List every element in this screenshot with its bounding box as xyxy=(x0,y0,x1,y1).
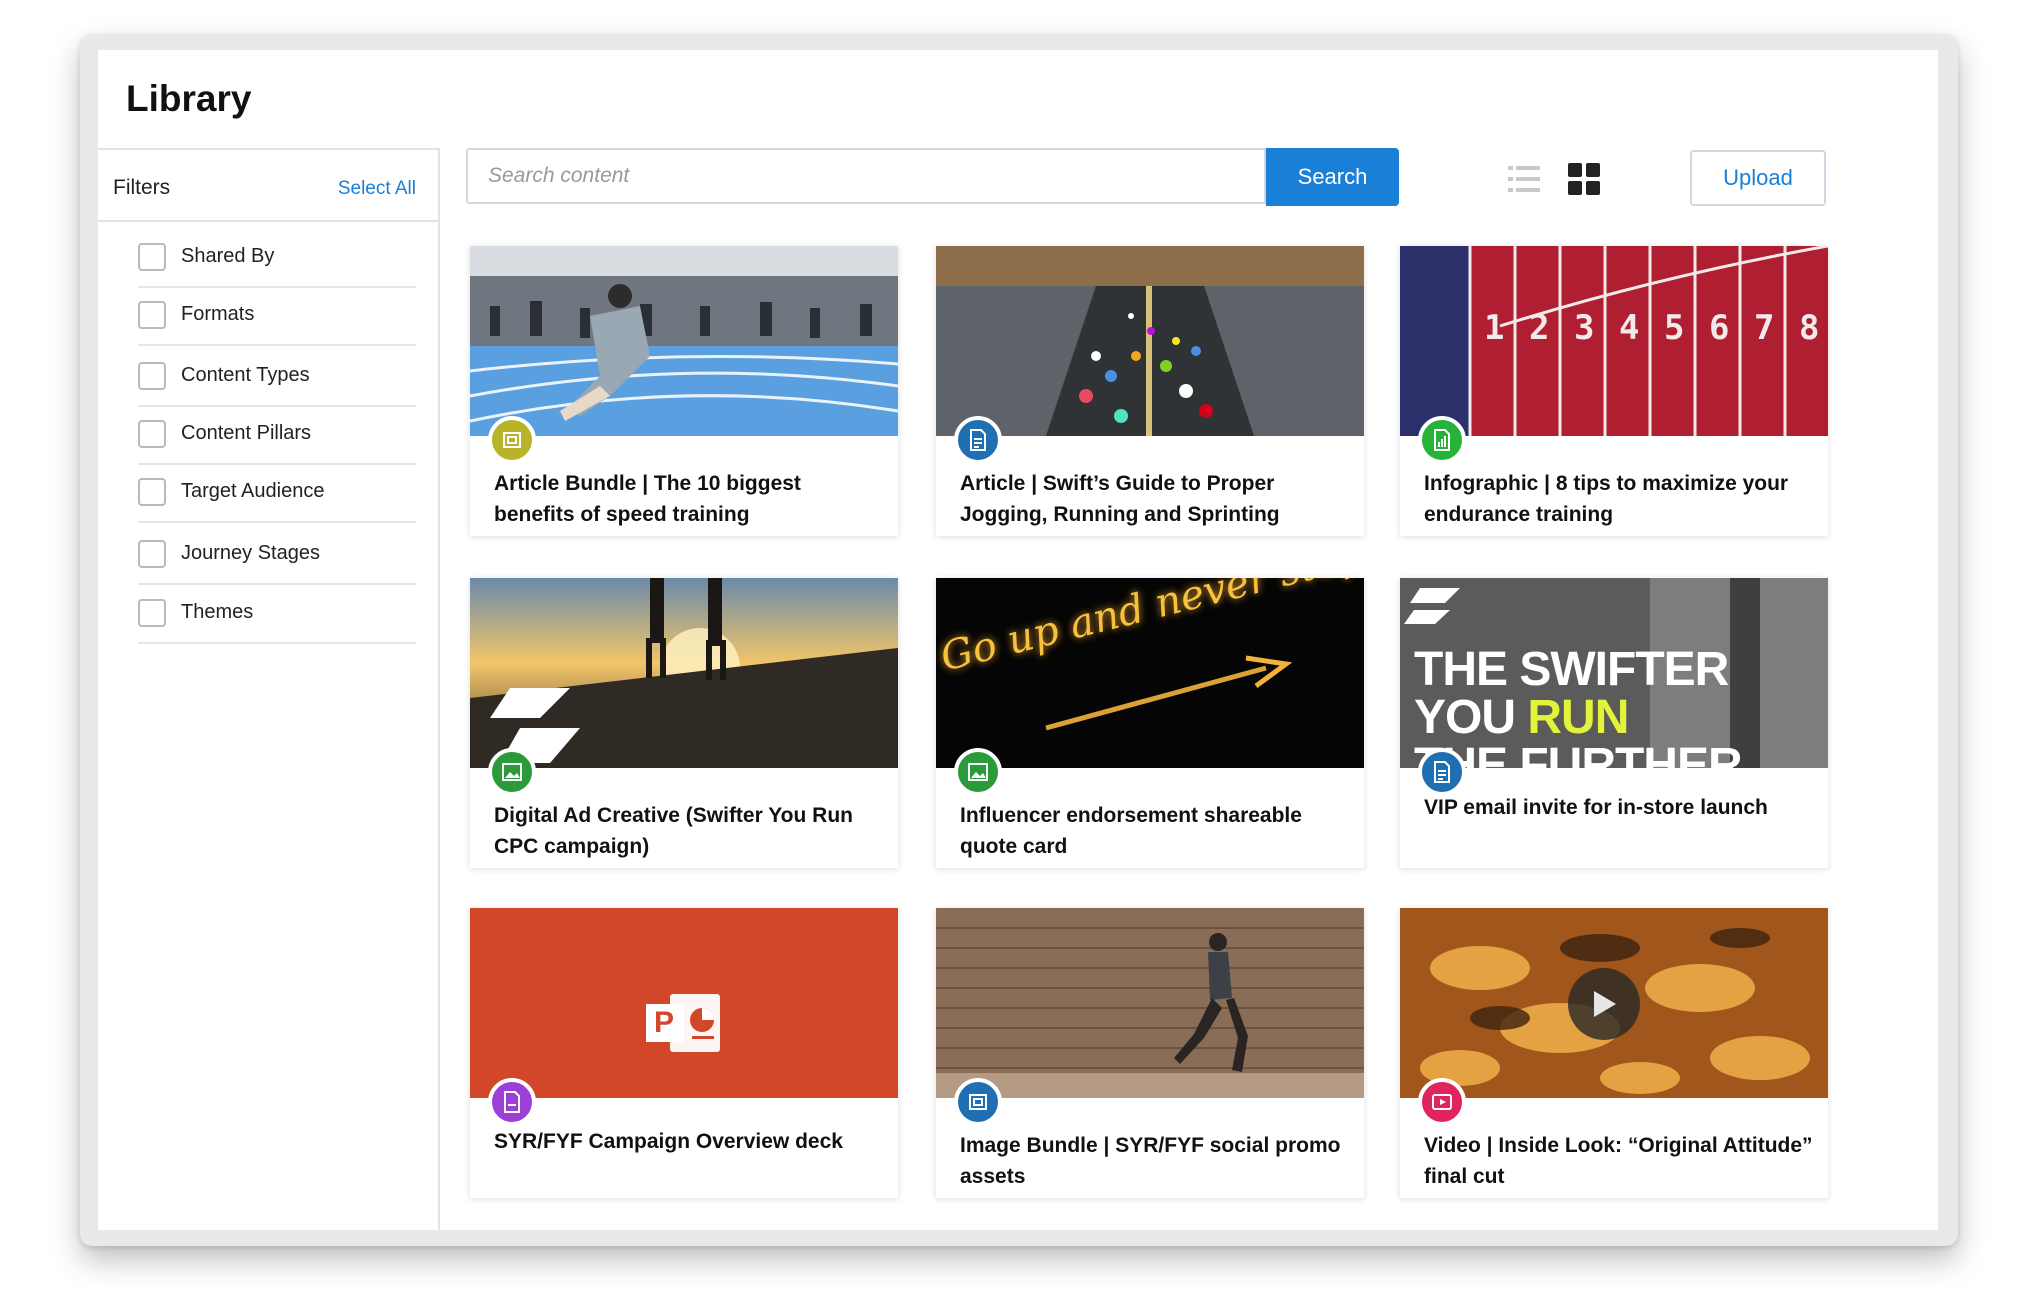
content-card[interactable]: Article Bundle | The 10 biggest benefits… xyxy=(470,246,898,536)
content-card[interactable]: Video | Inside Look: “Original Attitude”… xyxy=(1400,908,1828,1198)
card-title: Video | Inside Look: “Original Attitude”… xyxy=(1424,1134,1813,1188)
grid-view-icon[interactable] xyxy=(1568,163,1600,195)
lane-number: 8 xyxy=(1799,308,1820,348)
library-app: Library Filters Select All Shared By For… xyxy=(98,50,1938,1230)
filters-sidebar: Filters Select All Shared By Formats Con… xyxy=(98,148,440,1230)
card-thumbnail xyxy=(936,908,1364,1098)
list-view-icon[interactable] xyxy=(1508,163,1540,195)
card-thumbnail xyxy=(936,246,1364,436)
filter-shared-by[interactable]: Shared By xyxy=(138,228,416,288)
card-thumbnail xyxy=(470,578,898,768)
poster-line: YOU RUN xyxy=(1414,694,1742,742)
lane-number: 1 xyxy=(1484,308,1505,348)
search-input[interactable] xyxy=(466,148,1266,204)
bundle-icon xyxy=(954,1078,1002,1126)
filter-label: Shared By xyxy=(181,245,275,267)
card-title: Image Bundle | SYR/FYF social promo asse… xyxy=(960,1134,1341,1188)
filter-label: Content Pillars xyxy=(181,422,312,444)
card-title: Digital Ad Creative (Swifter You Run CPC… xyxy=(494,804,853,858)
lane-number: 7 xyxy=(1754,308,1775,348)
lane-number: 4 xyxy=(1619,308,1640,348)
filters-label: Filters xyxy=(113,176,171,199)
filter-journey-stages[interactable]: Journey Stages xyxy=(138,525,416,585)
checkbox[interactable] xyxy=(138,362,166,390)
card-thumbnail: THE SWIFTER YOU RUN THE FURTHER xyxy=(1400,578,1828,768)
filter-label: Journey Stages xyxy=(181,542,320,564)
content-card[interactable]: Digital Ad Creative (Swifter You Run CPC… xyxy=(470,578,898,868)
lane-number: 6 xyxy=(1709,308,1730,348)
document-icon xyxy=(1418,748,1466,796)
filter-content-types[interactable]: Content Types xyxy=(138,347,416,407)
powerpoint-logo-letter: P xyxy=(654,1006,675,1039)
filter-target-audience[interactable]: Target Audience xyxy=(138,463,416,523)
filters-header: Filters Select All xyxy=(98,150,438,222)
search-button[interactable]: Search xyxy=(1266,148,1399,206)
checkbox[interactable] xyxy=(138,420,166,448)
filter-label: Formats xyxy=(181,303,255,325)
card-thumbnail xyxy=(1400,908,1828,1098)
content-card[interactable]: Article | Swift’s Guide to Proper Joggin… xyxy=(936,246,1364,536)
document-icon xyxy=(954,416,1002,464)
image-icon xyxy=(488,748,536,796)
checkbox[interactable] xyxy=(138,478,166,506)
card-thumbnail: P xyxy=(470,908,898,1098)
checkbox[interactable] xyxy=(138,540,166,568)
card-title: Infographic | 8 tips to maximize your en… xyxy=(1424,472,1789,526)
card-title: VIP email invite for in-store launch xyxy=(1424,796,1768,819)
lane-number: 2 xyxy=(1529,308,1550,348)
filter-label: Content Types xyxy=(181,364,310,386)
filter-themes[interactable]: Themes xyxy=(138,584,416,644)
content-card[interactable]: 1 2 3 4 5 6 7 8 Infographic | 8 tips to … xyxy=(1400,246,1828,536)
card-title: Article Bundle | The 10 biggest benefits… xyxy=(494,472,801,526)
upload-button[interactable]: Upload xyxy=(1690,150,1826,206)
filter-label: Target Audience xyxy=(181,480,325,502)
bundle-icon xyxy=(488,416,536,464)
checkbox[interactable] xyxy=(138,599,166,627)
card-title: SYR/FYF Campaign Overview deck xyxy=(494,1130,843,1153)
card-title: Article | Swift’s Guide to Proper Joggin… xyxy=(960,472,1280,526)
filter-formats[interactable]: Formats xyxy=(138,286,416,346)
lane-number: 5 xyxy=(1664,308,1685,348)
poster-word-highlight: RUN xyxy=(1527,691,1629,744)
content-card[interactable]: THE SWIFTER YOU RUN THE FURTHER VIP emai… xyxy=(1400,578,1828,868)
content-card[interactable]: Go up and never stop Influencer endorsem… xyxy=(936,578,1364,868)
lane-number: 3 xyxy=(1574,308,1595,348)
video-icon xyxy=(1418,1078,1466,1126)
card-thumbnail: 1 2 3 4 5 6 7 8 xyxy=(1400,246,1828,436)
card-thumbnail: Go up and never stop xyxy=(936,578,1364,768)
card-thumbnail xyxy=(470,246,898,436)
checkbox[interactable] xyxy=(138,301,166,329)
checkbox[interactable] xyxy=(138,243,166,271)
filter-content-pillars[interactable]: Content Pillars xyxy=(138,405,416,465)
poster-line: THE SWIFTER xyxy=(1414,643,1729,696)
card-title: Influencer endorsement shareable quote c… xyxy=(960,804,1302,858)
infographic-icon xyxy=(1418,416,1466,464)
content-card[interactable]: P SYR/FYF Campaign Overview deck xyxy=(470,908,898,1198)
presentation-icon xyxy=(488,1078,536,1126)
page-title: Library xyxy=(126,78,252,119)
content-card[interactable]: Image Bundle | SYR/FYF social promo asse… xyxy=(936,908,1364,1198)
filter-label: Themes xyxy=(181,601,254,623)
poster-headline: THE SWIFTER YOU RUN THE FURTHER xyxy=(1414,643,1743,769)
select-all-link[interactable]: Select All xyxy=(338,178,416,200)
play-button[interactable] xyxy=(1568,968,1640,1040)
poster-word: YOU xyxy=(1414,691,1516,744)
image-icon xyxy=(954,748,1002,796)
